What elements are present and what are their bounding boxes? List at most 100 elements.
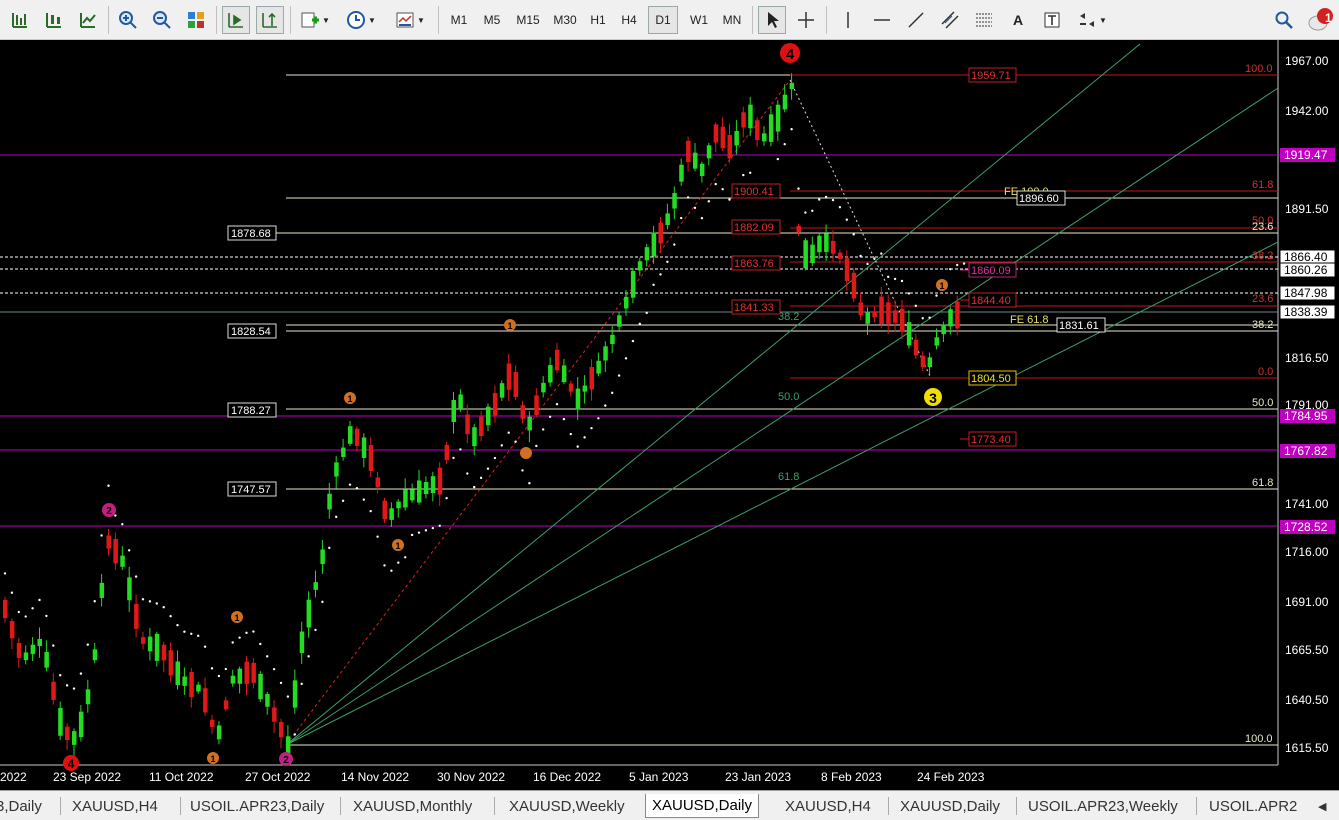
candle-body xyxy=(727,134,732,159)
candlestick-chart-icon[interactable] xyxy=(40,6,68,34)
candle-body xyxy=(230,675,236,684)
candle-body xyxy=(624,296,629,309)
candle-body xyxy=(348,426,353,444)
psar-dot xyxy=(721,188,724,191)
notifications-icon[interactable]: 1 xyxy=(1304,6,1336,34)
bar-chart-icon[interactable] xyxy=(6,6,34,34)
fib-label-100-top: 100.0 xyxy=(1245,63,1273,75)
psar-dot xyxy=(611,391,614,395)
zoom-in-icon[interactable] xyxy=(114,6,142,34)
tab-usoil-apr23-weekly[interactable]: USOIL.APR23,Weekly xyxy=(1022,794,1184,818)
candle-body xyxy=(203,688,208,713)
timeframe-h1-button[interactable]: H1 xyxy=(584,6,612,34)
wave-label-1c: 1 xyxy=(347,394,352,404)
zoom-out-icon[interactable] xyxy=(148,6,176,34)
crosshair-icon[interactable] xyxy=(792,6,820,34)
candle-body xyxy=(251,662,256,683)
psar-dot xyxy=(873,257,876,260)
candle-body xyxy=(713,124,719,143)
timeframe-mn-button[interactable]: MN xyxy=(716,6,748,34)
candle-body xyxy=(134,603,139,629)
left-level-1747: 1747.57 xyxy=(231,484,271,496)
candle-body xyxy=(637,261,643,271)
tab-usoil-apr2[interactable]: USOIL.APR2 xyxy=(1203,794,1303,818)
equidistant-channel-icon[interactable] xyxy=(936,6,964,34)
psar-dot xyxy=(286,695,290,698)
psar-dot xyxy=(907,292,911,295)
timeframe-d1-button[interactable]: D1 xyxy=(648,6,678,34)
timeframe-m15-button[interactable]: M15 xyxy=(510,6,546,34)
psar-dot xyxy=(31,607,34,610)
candle-body xyxy=(92,649,98,661)
psar-dot xyxy=(459,448,462,451)
psar-dot xyxy=(59,674,62,677)
cursor-icon[interactable] xyxy=(758,6,786,34)
timeframe-m30-button[interactable]: M30 xyxy=(548,6,582,34)
candle-body xyxy=(265,694,270,707)
auto-scroll-icon[interactable] xyxy=(222,6,250,34)
tab-scroll-left-icon[interactable]: ◀ xyxy=(1312,794,1332,818)
candle-body xyxy=(900,308,905,332)
vertical-line-icon[interactable] xyxy=(834,6,862,34)
tab-xauusd-weekly[interactable]: XAUUSD,Weekly xyxy=(503,794,631,818)
candle-body xyxy=(65,726,70,741)
tab-3-daily[interactable]: 3,Daily xyxy=(0,794,48,818)
tab-xauusd-h4-2[interactable]: XAUUSD,H4 xyxy=(779,794,877,818)
psar-dot xyxy=(866,262,869,266)
timeframe-w1-button[interactable]: W1 xyxy=(684,6,714,34)
timeframe-m5-button[interactable]: M5 xyxy=(477,6,507,34)
timeframe-m1-button[interactable]: M1 xyxy=(444,6,474,34)
candle-body xyxy=(575,388,581,410)
price-tag-1784: 1784.95 xyxy=(1284,409,1328,423)
periods-clock-icon[interactable]: ▼ xyxy=(342,6,380,34)
psar-dot xyxy=(473,485,476,489)
psar-dot xyxy=(928,316,931,319)
candle-body xyxy=(106,535,111,549)
price-axis[interactable]: 1967.00 1942.00 1891.50 1816.50 1791.00 … xyxy=(1279,54,1336,755)
wave-label-2-low: 2 xyxy=(283,755,289,766)
psar-dot xyxy=(514,440,517,443)
candle-body xyxy=(741,112,746,128)
psar-dot xyxy=(569,432,572,436)
candle-body xyxy=(534,395,539,415)
candle-body xyxy=(610,334,615,345)
box-label-1882: 1882.09 xyxy=(734,222,774,234)
timeframe-h4-button[interactable]: H4 xyxy=(615,6,643,34)
candle-body xyxy=(113,538,118,564)
templates-icon[interactable]: ▼ xyxy=(388,6,432,34)
y-tick: 1967.00 xyxy=(1285,54,1329,68)
line-chart-icon[interactable] xyxy=(74,6,102,34)
tile-windows-icon[interactable] xyxy=(182,6,210,34)
psar-dot xyxy=(52,644,55,647)
psar-dot xyxy=(479,476,483,480)
tab-xauusd-daily-active[interactable]: XAUUSD,Daily xyxy=(645,794,760,818)
text-icon[interactable]: A xyxy=(1004,6,1032,34)
psar-dot xyxy=(949,267,952,271)
candle-body xyxy=(141,637,146,644)
candle-body xyxy=(375,477,381,488)
search-icon[interactable] xyxy=(1270,6,1298,34)
tab-xauusd-h4[interactable]: XAUUSD,H4 xyxy=(66,794,164,818)
candle-body xyxy=(817,235,822,253)
horizontal-line-icon[interactable] xyxy=(868,6,896,34)
candle-body xyxy=(313,582,318,590)
tab-xauusd-daily-2[interactable]: XAUUSD,Daily xyxy=(894,794,1006,818)
candle-body xyxy=(444,444,450,460)
candle-body xyxy=(582,385,588,392)
chart-shift-icon[interactable] xyxy=(256,6,284,34)
y-tick: 1716.00 xyxy=(1285,545,1329,559)
candle-body xyxy=(768,114,774,142)
y-tick: 1691.00 xyxy=(1285,595,1329,609)
psar-dot xyxy=(666,260,669,263)
price-chart[interactable]: 100.0 61.8 50.0 38.2 23.6 0.0 61.8 50.0 … xyxy=(0,40,1339,790)
arrows-icon[interactable]: ▼ xyxy=(1072,6,1112,34)
tab-usoil-apr23-daily[interactable]: USOIL.APR23,Daily xyxy=(184,794,330,818)
candle-body xyxy=(161,644,167,661)
trendline-icon[interactable] xyxy=(902,6,930,34)
text-label-icon[interactable] xyxy=(1038,6,1066,34)
fibonacci-retracement-icon[interactable] xyxy=(970,6,998,34)
candle-body xyxy=(154,633,160,661)
psar-dot xyxy=(307,655,310,658)
indicators-icon[interactable]: ▼ xyxy=(296,6,334,34)
tab-xauusd-monthly[interactable]: XAUUSD,Monthly xyxy=(347,794,478,818)
